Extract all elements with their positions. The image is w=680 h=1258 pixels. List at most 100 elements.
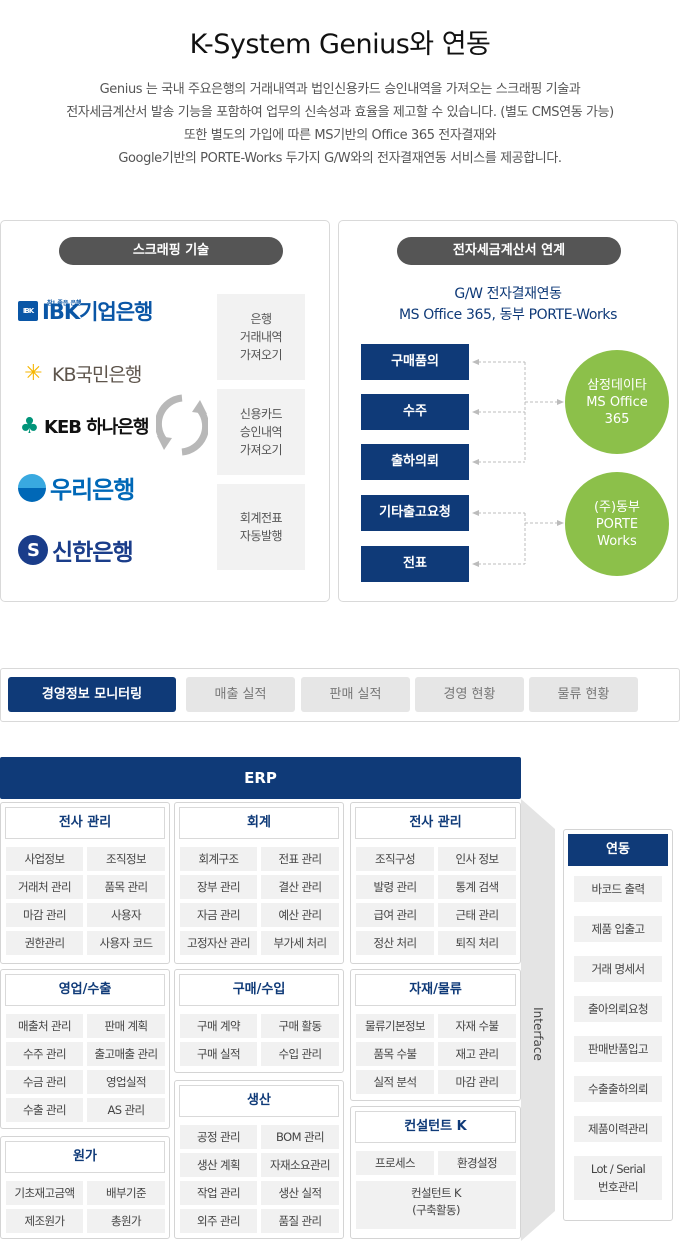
module-item[interactable]: 매출처 관리 — [6, 1014, 83, 1038]
module-item[interactable]: 결산 관리 — [261, 875, 339, 899]
module-production: 생산 공정 관리 BOM 관리 생산 계획 자재소요관리 작업 관리 생산 실적… — [174, 1080, 344, 1239]
gw-title: G/W 전자결재연동 MS Office 365, 동부 PORTE-Works — [338, 284, 678, 326]
module-item[interactable]: 기초재고금액 — [6, 1181, 83, 1205]
module-item[interactable]: 구매 실적 — [180, 1042, 257, 1066]
module-item[interactable]: 품목 관리 — [87, 875, 165, 899]
intro-text: Genius 는 국내 주요은행의 거래내역과 법인신용카드 승인내역을 가져오… — [0, 78, 680, 170]
hana-leaf-icon: ♣ — [19, 413, 40, 439]
module-item[interactable]: 프로세스 — [356, 1151, 434, 1175]
module-item[interactable]: 사용자 — [87, 903, 165, 927]
kb-bank-name: KB국민은행 — [52, 364, 142, 386]
doc-purchase-request[interactable]: 구매품의 — [361, 344, 469, 380]
link-item[interactable]: 판매반품입고 — [574, 1036, 662, 1062]
flow-arrows — [472, 359, 564, 567]
module-item[interactable]: 인사 정보 — [438, 847, 516, 871]
link-item[interactable]: 제품이력관리 — [574, 1116, 662, 1142]
partner-samjung-ms365: 삼정데이타 MS Office 365 — [565, 350, 669, 454]
module-item[interactable]: 급여 관리 — [356, 903, 434, 927]
module-item[interactable]: 정산 처리 — [356, 931, 434, 955]
module-item[interactable]: 구매 계약 — [180, 1014, 257, 1038]
doc-voucher[interactable]: 전표 — [361, 546, 469, 582]
shinhan-bank-name: 신한은행 — [52, 540, 134, 566]
module-title: 전사 관리 — [355, 807, 516, 839]
module-item[interactable]: 퇴직 처리 — [438, 931, 516, 955]
module-item[interactable]: 품질 관리 — [261, 1209, 339, 1233]
module-item[interactable]: 조직정보 — [87, 847, 165, 871]
module-item[interactable]: 전표 관리 — [261, 847, 339, 871]
tab-sales-performance[interactable]: 매출 실적 — [186, 677, 295, 712]
intro-line: 전자세금계산서 발송 기능을 포함하여 업무의 신속성과 효율을 제고할 수 있… — [66, 105, 614, 120]
module-item[interactable]: 배부기준 — [87, 1181, 165, 1205]
module-item[interactable]: 거래처 관리 — [6, 875, 83, 899]
doc-order[interactable]: 수주 — [361, 394, 469, 430]
module-item[interactable]: 자재소요관리 — [261, 1153, 339, 1177]
module-item[interactable]: 근태 관리 — [438, 903, 516, 927]
module-item[interactable]: 출고매출 관리 — [87, 1042, 165, 1066]
kb-bank-logo: ✳ KB국민은행 — [18, 360, 142, 387]
link-item[interactable]: 출아의뢰요청 — [574, 996, 662, 1022]
module-item[interactable]: 품목 수불 — [356, 1042, 434, 1066]
module-item[interactable]: 수입 관리 — [261, 1042, 339, 1066]
consultant-build-activity[interactable]: 컨설턴트 K (구축활동) — [356, 1181, 516, 1229]
link-item[interactable]: 수출출하의뢰 — [574, 1076, 662, 1102]
module-item[interactable]: 자재 수불 — [438, 1014, 516, 1038]
link-item[interactable]: 제품 입출고 — [574, 916, 662, 942]
woori-sphere-icon — [18, 473, 46, 502]
module-item[interactable]: AS 관리 — [87, 1098, 165, 1122]
module-item[interactable]: 권한관리 — [6, 931, 83, 955]
module-item[interactable]: 고정자산 관리 — [180, 931, 257, 955]
module-item[interactable]: 사용자 코드 — [87, 931, 165, 955]
module-item[interactable]: 사업정보 — [6, 847, 83, 871]
module-item[interactable]: 통계 검색 — [438, 875, 516, 899]
feature-text: 승인내역 — [239, 425, 283, 439]
module-consultant-k: 컨설턴트 K 프로세스 환경설정 컨설턴트 K (구축활동) — [350, 1106, 521, 1239]
tab-management-status[interactable]: 경영 현황 — [415, 677, 524, 712]
link-item[interactable]: 바코드 출력 — [574, 876, 662, 902]
link-item[interactable]: 거래 명세서 — [574, 956, 662, 982]
module-item[interactable]: 물류기본정보 — [356, 1014, 434, 1038]
ibk-bank-name: IBK기업은행 — [42, 300, 153, 324]
module-item[interactable]: 수출 관리 — [6, 1098, 83, 1122]
module-item[interactable]: 실적 분석 — [356, 1070, 434, 1094]
module-purchase-import: 구매/수입 구매 계약 구매 활동 구매 실적 수입 관리 — [174, 969, 344, 1073]
item-line: Lot / Serial — [590, 1162, 646, 1176]
module-item[interactable]: 수주 관리 — [6, 1042, 83, 1066]
module-item[interactable]: 총원가 — [87, 1209, 165, 1233]
module-item[interactable]: 마감 관리 — [6, 903, 83, 927]
tab-selling-performance[interactable]: 판매 실적 — [301, 677, 410, 712]
module-item[interactable]: 조직구성 — [356, 847, 434, 871]
module-item[interactable]: 발령 관리 — [356, 875, 434, 899]
module-item[interactable]: 작업 관리 — [180, 1181, 257, 1205]
link-item-lot-serial[interactable]: Lot / Serial 번호관리 — [574, 1156, 662, 1200]
module-item[interactable]: 생산 계획 — [180, 1153, 257, 1177]
module-item[interactable]: 회계구조 — [180, 847, 257, 871]
module-item[interactable]: 영업실적 — [87, 1070, 165, 1094]
module-item[interactable]: 구매 활동 — [261, 1014, 339, 1038]
module-company-management: 전사 관리 사업정보 조직정보 거래처 관리 품목 관리 마감 관리 사용자 권… — [0, 802, 170, 964]
tab-logistics-status[interactable]: 물류 현황 — [529, 677, 638, 712]
shinhan-bank-logo: S 신한은행 — [18, 533, 134, 567]
module-item[interactable]: 자금 관리 — [180, 903, 257, 927]
module-item[interactable]: BOM 관리 — [261, 1125, 339, 1149]
doc-other-release[interactable]: 기타출고요청 — [361, 495, 469, 531]
doc-shipping-request[interactable]: 출하의뢰 — [361, 444, 469, 480]
module-item[interactable]: 마감 관리 — [438, 1070, 516, 1094]
module-item[interactable]: 제조원가 — [6, 1209, 83, 1233]
module-item[interactable]: 예산 관리 — [261, 903, 339, 927]
module-item[interactable]: 환경설정 — [438, 1151, 516, 1175]
intro-line: 또한 별도의 가입에 따른 MS기반의 Office 365 전자결재와 — [183, 128, 497, 143]
module-item[interactable]: 외주 관리 — [180, 1209, 257, 1233]
module-item[interactable]: 재고 관리 — [438, 1042, 516, 1066]
module-item[interactable]: 생산 실적 — [261, 1181, 339, 1205]
feature-text: 신용카드 — [239, 407, 283, 421]
module-item[interactable]: 수금 관리 — [6, 1070, 83, 1094]
partner-text: MS Office — [586, 394, 648, 410]
module-item[interactable]: 장부 관리 — [180, 875, 257, 899]
feature-text: 가져오기 — [239, 443, 283, 457]
module-title: 전사 관리 — [5, 807, 165, 839]
tab-management-monitoring[interactable]: 경영정보 모니터링 — [8, 677, 176, 712]
keb-bank-logo: ♣ KEB 하나은행 — [18, 413, 150, 439]
module-item[interactable]: 공정 관리 — [180, 1125, 257, 1149]
module-item[interactable]: 부가세 처리 — [261, 931, 339, 955]
module-item[interactable]: 판매 계획 — [87, 1014, 165, 1038]
